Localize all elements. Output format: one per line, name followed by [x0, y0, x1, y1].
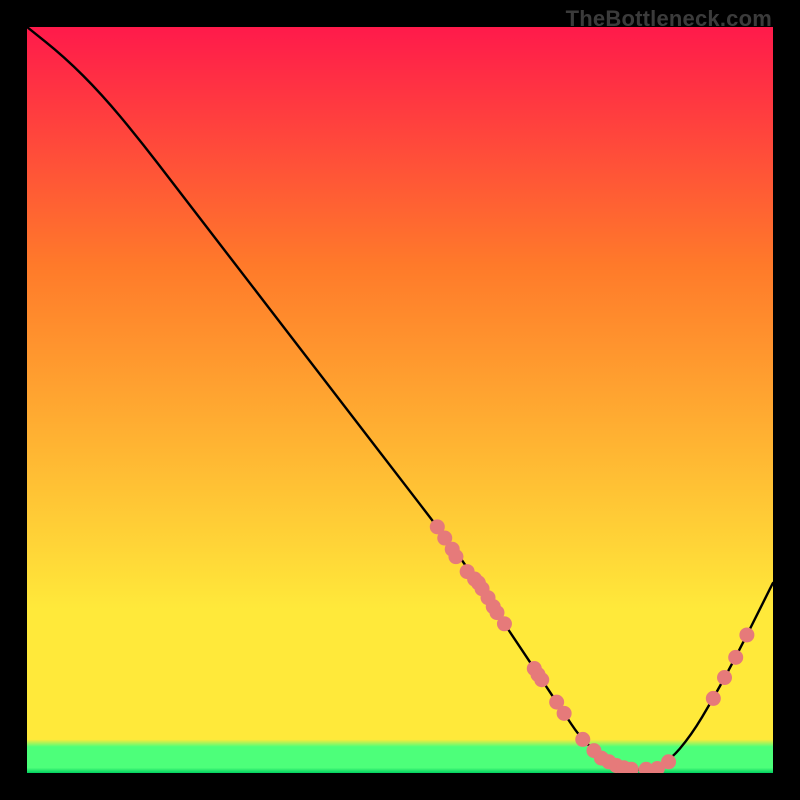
data-point [575, 732, 590, 747]
data-point [717, 670, 732, 685]
data-point [706, 691, 721, 706]
data-point [728, 650, 743, 665]
data-point [497, 616, 512, 631]
data-point [534, 672, 549, 687]
data-point [739, 627, 754, 642]
bottleneck-chart [27, 27, 773, 773]
chart-frame [27, 27, 773, 773]
data-point [448, 549, 463, 564]
watermark-text: TheBottleneck.com [566, 6, 772, 32]
data-point [661, 754, 676, 769]
data-point [557, 706, 572, 721]
